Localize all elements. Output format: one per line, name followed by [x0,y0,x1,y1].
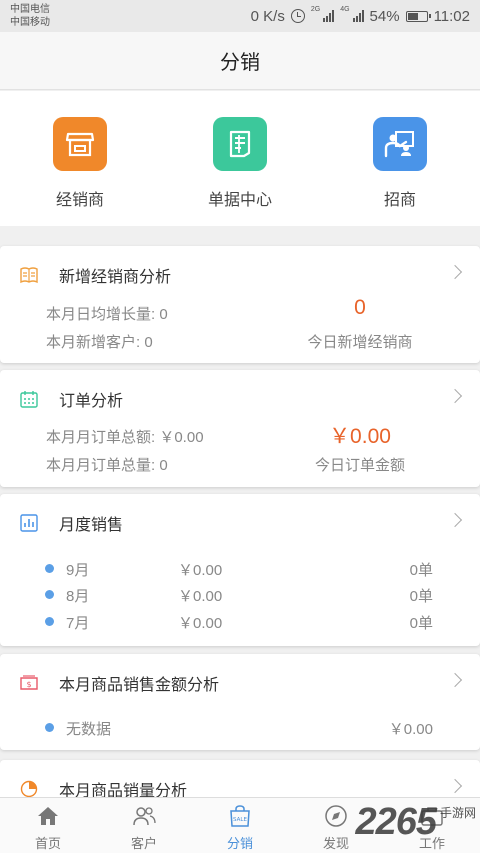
quick-action-label: 招商 [383,192,416,209]
bar-chart-icon [20,514,38,532]
monthly-sales-header[interactable]: 月度销售 [0,494,480,552]
watermark-text: 手游网 [439,806,476,820]
bullet-dot [45,564,54,573]
title-bar: 分销 [0,32,480,90]
pie-chart-icon [20,780,38,798]
tab-customers[interactable]: 客户 [96,798,192,853]
quick-actions: 经销商 单据中心 招商 [0,91,480,226]
month-orders: 0单 [409,562,433,579]
list-item: 7月 ￥0.00 0单 [0,610,480,634]
month-label: 7月 [66,615,90,632]
money-icon: $ [20,675,38,690]
month-label: 8月 [66,588,90,605]
card-title: 订单分析 [59,393,124,410]
month-amount: ￥0.00 [178,588,223,605]
list-item: 无数据 ￥0.00 [0,716,480,740]
monthly-order-count: 本月月订单总量: 0 [46,457,168,474]
month-orders: 0单 [409,615,433,632]
status-bar: 中国电信 中国移动 0 K/s 2G 4G 54% 11:02 [0,0,480,32]
quick-action-label: 经销商 [55,192,104,209]
month-orders: 0单 [409,588,433,605]
quick-action-recruit[interactable]: 招商 [320,91,480,226]
alarm-icon [290,9,305,23]
month-label: 9月 [66,562,90,579]
bullet-dot [45,617,54,626]
carrier-1: 中国电信 [10,4,50,15]
home-icon [38,807,58,825]
monthly-order-amount: 本月月订单总额: ￥0.00 [46,429,204,446]
tab-label: 发现 [322,836,349,851]
svg-text:$: $ [26,680,31,689]
list-item: 8月 ￥0.00 0单 [0,583,480,607]
month-amount: ￥0.00 [178,562,223,579]
quick-action-dealer[interactable]: 经销商 [0,91,160,226]
card-title: 本月商品销售金额分析 [59,677,220,694]
card-title: 新增经销商分析 [59,269,172,286]
sale-bag-icon: SALE [230,805,250,827]
battery-icon [405,10,431,22]
today-new-dealers-value: 0 [354,296,366,319]
tab-distribution[interactable]: SALE 分销 [192,798,288,853]
site-watermark-logo: 2265 手游网 [355,794,476,850]
tab-label: 客户 [130,836,157,851]
today-order-amount-caption: 今日订单金额 [314,457,405,474]
clock: 11:02 [433,7,470,25]
chevron-right-icon [447,672,463,688]
signal-tag-1: 2G [310,6,321,13]
watermark-number: 2265 [355,800,437,843]
today-new-dealers-caption: 今日新增经销商 [307,334,413,351]
no-data-label: 无数据 [66,721,112,738]
status-icons: 0 K/s 2G 4G 54% 11:02 [251,6,470,26]
calendar-icon [20,391,38,408]
recruit-icon [373,117,427,171]
quick-action-documents[interactable]: 单据中心 [160,91,320,226]
battery-percent: 54% [369,7,400,25]
tab-home[interactable]: 首页 [0,798,96,853]
store-icon [53,117,107,171]
bullet-dot [45,590,54,599]
today-order-amount-value: ￥0.00 [329,425,391,448]
page-title: 分销 [220,52,260,74]
signal-icon-2 [352,10,364,22]
book-icon [20,267,38,284]
tab-label: 首页 [34,836,61,851]
svg-text:SALE: SALE [233,817,247,823]
product-amount-card: $ 本月商品销售金额分析 无数据 ￥0.00 [0,654,480,750]
carrier-names: 中国电信 中国移动 [10,3,50,29]
quick-action-label: 单据中心 [207,192,272,209]
carrier-2: 中国移动 [10,17,50,28]
chevron-right-icon [447,388,463,404]
signal-icon [323,10,335,22]
list-item: 9月 ￥0.00 0单 [0,557,480,581]
month-amount: ￥0.00 [178,615,223,632]
daily-avg-growth: 本月日均增长量: 0 [46,306,168,323]
receipt-icon [213,117,267,171]
chevron-right-icon [447,512,463,528]
bullet-dot [45,723,54,732]
product-amount-value: ￥0.00 [388,721,433,738]
product-amount-header[interactable]: $ 本月商品销售金额分析 [0,654,480,712]
net-speed: 0 K/s [250,7,285,25]
discover-icon [325,805,347,827]
chevron-right-icon [447,264,463,280]
card-title: 月度销售 [59,517,124,534]
monthly-new-clients: 本月新增客户: 0 [46,334,153,351]
monthly-sales-card: 月度销售 9月 ￥0.00 0单 8月 ￥0.00 0单 7月 ￥0.00 0单 [0,494,480,646]
dealer-analysis-card: 新增经销商分析 本月日均增长量: 0 本月新增客户: 0 0 今日新增经销商 [0,246,480,363]
tab-label: 分销 [226,836,253,851]
users-icon [133,807,156,826]
signal-tag-2: 4G [340,6,350,13]
chevron-right-icon [447,778,463,794]
order-analysis-card: 订单分析 本月月订单总额: ￥0.00 本月月订单总量: 0 ￥0.00 今日订… [0,370,480,487]
